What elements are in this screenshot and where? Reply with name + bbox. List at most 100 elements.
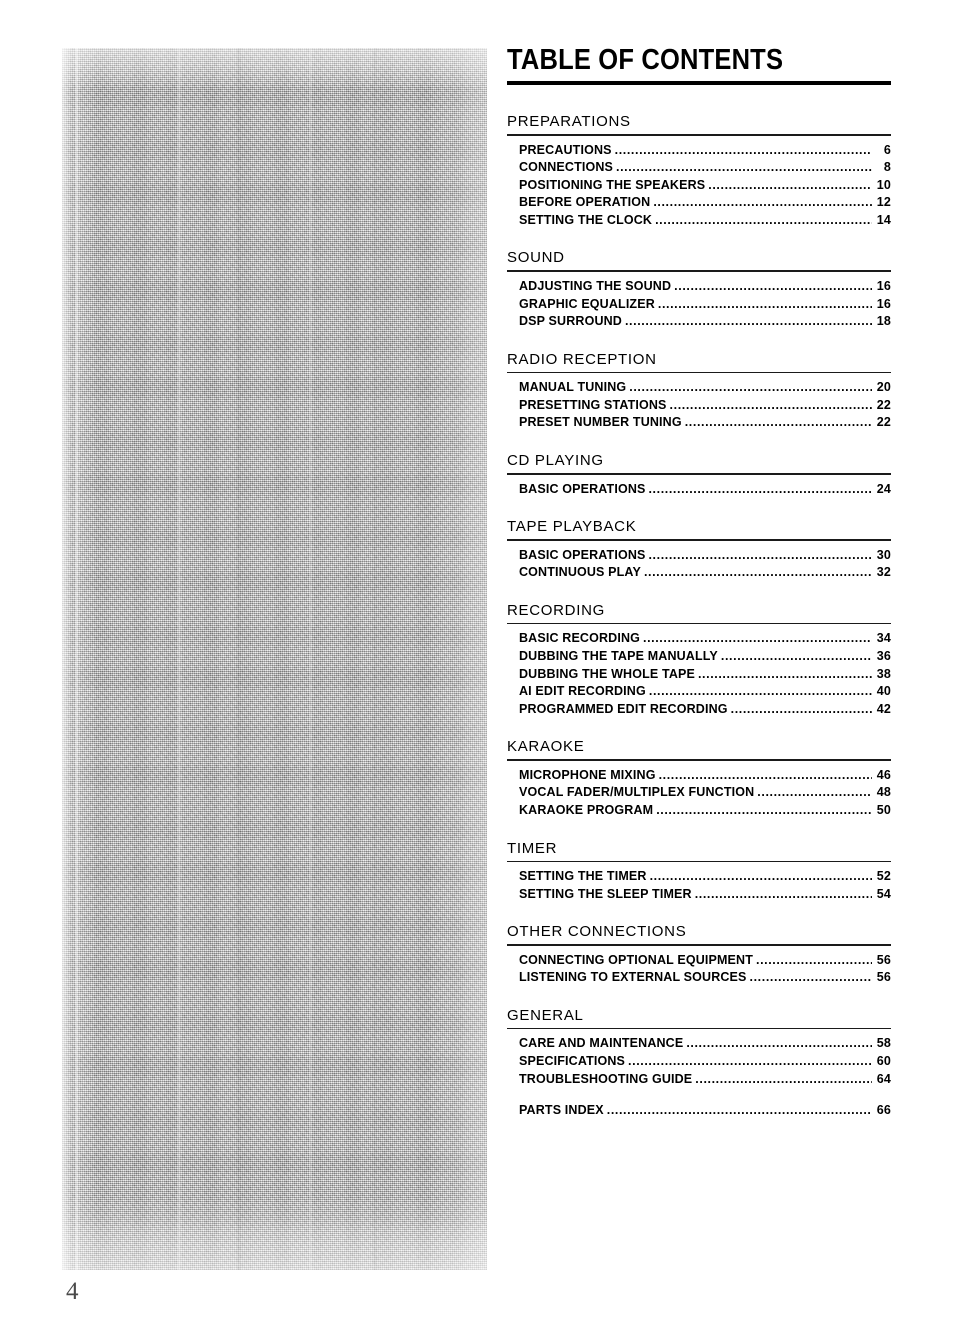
- section-entry-list: ADJUSTING THE SOUND.....................…: [507, 278, 891, 331]
- toc-entry[interactable]: PRESETTING STATIONS.....................…: [507, 397, 891, 415]
- toc-entry[interactable]: CARE AND MAINTENANCE....................…: [507, 1035, 891, 1053]
- toc-entry-label: POSITIONING THE SPEAKERS: [519, 177, 706, 192]
- toc-entry-page-number: 16: [876, 278, 891, 293]
- toc-entry-label: DSP SURROUND: [519, 314, 622, 329]
- toc-entry[interactable]: CONNECTING OPTIONAL EQUIPMENT...........…: [507, 952, 891, 970]
- section-divider: [507, 759, 891, 761]
- toc-entry-page-number: 66: [876, 1103, 891, 1118]
- toc-section: PREPARATIONS PRECAUTIONS.................…: [507, 113, 891, 229]
- toc-entry-label: PRESETTING STATIONS: [519, 397, 667, 412]
- toc-entry-page-number: 54: [876, 886, 891, 901]
- toc-entry-label: BASIC RECORDING: [519, 631, 641, 646]
- toc-entry[interactable]: BEFORE OPERATION........................…: [507, 194, 891, 212]
- toc-entry-label: CONTINUOUS PLAY: [519, 565, 641, 580]
- toc-entry-label: VOCAL FADER/MULTIPLEX FUNCTION: [519, 785, 755, 800]
- section-entry-list: BASIC RECORDING.........................…: [507, 630, 891, 718]
- toc-entry-label: DUBBING THE WHOLE TAPE: [519, 666, 695, 681]
- toc-entry-label: AI EDIT RECORDING: [519, 684, 646, 699]
- toc-entry[interactable]: MANUAL TUNING...........................…: [507, 379, 891, 397]
- toc-entry-page-number: 42: [876, 701, 891, 716]
- toc-entry[interactable]: LISTENING TO EXTERNAL SOURCES...........…: [507, 969, 891, 987]
- page-title: TABLE OF CONTENTS: [507, 44, 784, 76]
- toc-entry-page-number: 22: [876, 415, 891, 430]
- dot-leader: ........................................…: [749, 970, 872, 985]
- section-divider: [507, 270, 891, 272]
- toc-entry[interactable]: GRAPHIC EQUALIZER.......................…: [507, 296, 891, 314]
- sections-container: PREPARATIONS PRECAUTIONS.................…: [507, 113, 891, 1120]
- toc-section: OTHER CONNECTIONS CONNECTING OPTIONAL EQU…: [507, 923, 891, 987]
- toc-entry[interactable]: TROUBLESHOOTING GUIDE...................…: [507, 1071, 891, 1089]
- toc-entry-label: BEFORE OPERATION: [519, 195, 651, 210]
- dot-leader: ........................................…: [686, 1036, 872, 1051]
- toc-entry[interactable]: DSP SURROUND............................…: [507, 313, 891, 331]
- dot-leader: ........................................…: [655, 212, 872, 227]
- toc-entry[interactable]: DUBBING THE TAPE MANUALLY...............…: [507, 648, 891, 666]
- toc-entry-page-number: 52: [876, 869, 891, 884]
- section-divider: [507, 539, 891, 541]
- dot-leader: ........................................…: [614, 142, 872, 157]
- toc-section: RADIO RECEPTION MANUAL TUNING............…: [507, 351, 891, 432]
- section-header: TAPE PLAYBACK: [507, 518, 637, 536]
- dot-leader: ........................................…: [653, 195, 872, 210]
- toc-entry[interactable]: BASIC OPERATIONS........................…: [507, 481, 891, 499]
- toc-entry[interactable]: MICROPHONE MIXING.......................…: [507, 767, 891, 785]
- toc-entry[interactable]: PROGRAMMED EDIT RECORDING...............…: [507, 701, 891, 719]
- dot-leader: ........................................…: [624, 314, 872, 329]
- toc-entry[interactable]: ADJUSTING THE SOUND.....................…: [507, 278, 891, 296]
- toc-entry[interactable]: DUBBING THE WHOLE TAPE..................…: [507, 666, 891, 684]
- toc-entry[interactable]: SETTING THE TIMER.......................…: [507, 868, 891, 886]
- toc-entry-page-number: 32: [876, 565, 891, 580]
- toc-entry[interactable]: PRECAUTIONS.............................…: [507, 142, 891, 160]
- dot-leader: ........................................…: [669, 397, 872, 412]
- toc-entry-page-number: 56: [876, 952, 891, 967]
- toc-entry-label: ADJUSTING THE SOUND: [519, 278, 672, 293]
- dot-leader: ........................................…: [648, 547, 872, 562]
- toc-entry-label: CONNECTIONS: [519, 160, 614, 175]
- toc-section: RECORDING BASIC RECORDING................…: [507, 602, 891, 718]
- toc-entry-page-number: 14: [876, 212, 891, 227]
- toc-entry-label: CARE AND MAINTENANCE: [519, 1036, 684, 1051]
- dot-leader: ........................................…: [648, 684, 872, 699]
- toc-entry[interactable]: VOCAL FADER/MULTIPLEX FUNCTION..........…: [507, 784, 891, 802]
- dot-leader: ........................................…: [757, 785, 872, 800]
- toc-entry-page-number: 64: [876, 1071, 891, 1086]
- toc-entry[interactable]: BASIC RECORDING.........................…: [507, 630, 891, 648]
- section-divider: [507, 622, 891, 625]
- toc-entry-page-number: 48: [876, 785, 891, 800]
- toc-entry-page-number: 18: [876, 314, 891, 329]
- dot-leader: ........................................…: [694, 886, 872, 901]
- section-header: TIMER: [507, 839, 558, 857]
- dot-leader: ........................................…: [628, 1054, 872, 1069]
- dot-leader: ........................................…: [658, 767, 872, 782]
- toc-entry-page-number: 56: [876, 970, 891, 985]
- section-entry-list: SETTING THE TIMER.......................…: [507, 868, 891, 903]
- toc-entry[interactable]: SPECIFICATIONS..........................…: [507, 1053, 891, 1071]
- toc-entry[interactable]: CONTINUOUS PLAY.........................…: [507, 564, 891, 582]
- toc-entry[interactable]: PRESET NUMBER TUNING....................…: [507, 414, 891, 432]
- toc-entry[interactable]: BASIC OPERATIONS........................…: [507, 547, 891, 565]
- toc-entry[interactable]: POSITIONING THE SPEAKERS................…: [507, 177, 891, 195]
- toc-entry[interactable]: KARAOKE PROGRAM.........................…: [507, 802, 891, 820]
- toc-entry-page-number: 34: [876, 631, 891, 646]
- toc-entry[interactable]: AI EDIT RECORDING.......................…: [507, 683, 891, 701]
- dot-leader: ........................................…: [730, 701, 872, 716]
- section-header: RECORDING: [507, 601, 605, 619]
- dot-leader: ........................................…: [697, 666, 872, 681]
- toc-entry-label: TROUBLESHOOTING GUIDE: [519, 1071, 693, 1086]
- toc-entry[interactable]: CONNECTIONS.............................…: [507, 159, 891, 177]
- toc-entry-label: SETTING THE CLOCK: [519, 212, 653, 227]
- toc-entry-label: PARTS INDEX: [519, 1103, 604, 1118]
- dot-leader: ........................................…: [708, 177, 872, 192]
- toc-entry[interactable]: PARTS INDEX.............................…: [507, 1102, 891, 1120]
- section-header: OTHER CONNECTIONS: [507, 923, 687, 941]
- toc-entry-label: DUBBING THE TAPE MANUALLY: [519, 648, 718, 663]
- toc-section: KARAOKE MICROPHONE MIXING................…: [507, 738, 891, 819]
- toc-entry[interactable]: SETTING THE SLEEP TIMER.................…: [507, 886, 891, 904]
- toc-entry-label: GRAPHIC EQUALIZER: [519, 296, 655, 311]
- toc-entry-label: PRESET NUMBER TUNING: [519, 415, 682, 430]
- toc-entry-page-number: 58: [876, 1036, 891, 1051]
- dot-leader: ........................................…: [695, 1071, 872, 1086]
- section-divider: [507, 134, 891, 136]
- section-entry-list: BASIC OPERATIONS........................…: [507, 547, 891, 582]
- toc-entry[interactable]: SETTING THE CLOCK.......................…: [507, 212, 891, 230]
